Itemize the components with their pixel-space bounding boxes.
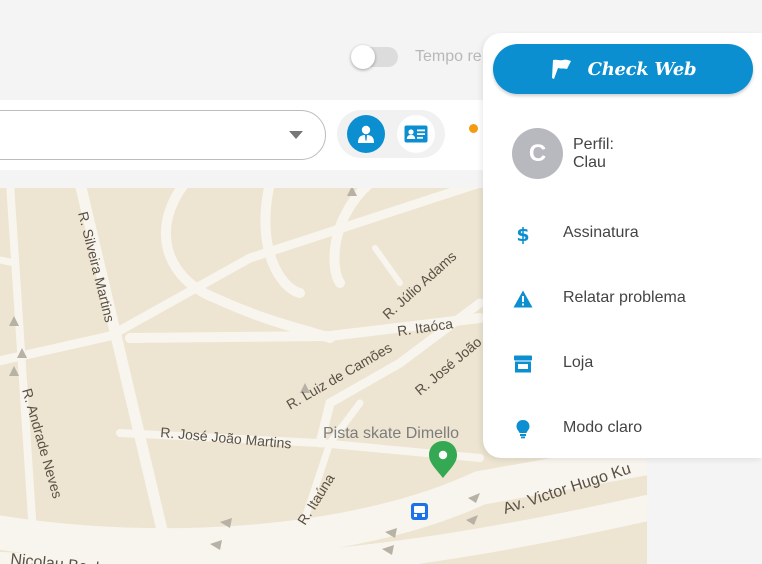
- toggle-knob[interactable]: [351, 45, 375, 69]
- dollar-icon: $: [516, 224, 529, 244]
- id-card-icon: [404, 125, 428, 143]
- poi-label[interactable]: Pista skate Dimello: [323, 425, 459, 442]
- chevron-down-icon[interactable]: [289, 131, 303, 139]
- card-view-button[interactable]: [397, 115, 435, 153]
- check-web-label: Check Web: [587, 58, 697, 80]
- person-icon: [358, 125, 374, 143]
- check-web-button[interactable]: Check Web: [493, 44, 753, 94]
- realtime-toggle-label: Tempo re: [415, 48, 482, 65]
- profile-label: Perfil:: [573, 136, 614, 153]
- flag-icon: [551, 59, 571, 79]
- menu-item-label: Assinatura: [563, 224, 639, 241]
- menu-item-modo-claro[interactable]: Modo claro: [513, 411, 753, 447]
- menu-item-label: Relatar problema: [563, 289, 686, 306]
- store-icon: [514, 355, 532, 373]
- profile-name: Clau: [573, 154, 606, 171]
- bus-stop-icon[interactable]: [411, 503, 428, 520]
- driver-view-button[interactable]: [347, 115, 385, 153]
- menu-item-label: Modo claro: [563, 419, 643, 436]
- menu-item-label: Loja: [563, 354, 594, 371]
- menu-item-relatar-problema[interactable]: Relatar problema: [513, 281, 753, 317]
- warning-icon: [513, 290, 533, 308]
- menu-item-assinatura[interactable]: $ Assinatura: [513, 216, 753, 252]
- status-dot: [469, 124, 478, 133]
- vehicle-select[interactable]: [0, 110, 326, 160]
- realtime-toggle[interactable]: [351, 45, 398, 69]
- svg-text:$: $: [516, 224, 529, 244]
- side-menu: Check Web C Perfil: Clau $ Assinatura Re…: [483, 33, 762, 458]
- view-mode-switch: [337, 110, 445, 158]
- profile-item[interactable]: C Perfil: Clau: [512, 128, 752, 180]
- menu-item-loja[interactable]: Loja: [513, 346, 753, 382]
- lightbulb-icon: [516, 420, 530, 439]
- avatar[interactable]: C: [512, 128, 563, 179]
